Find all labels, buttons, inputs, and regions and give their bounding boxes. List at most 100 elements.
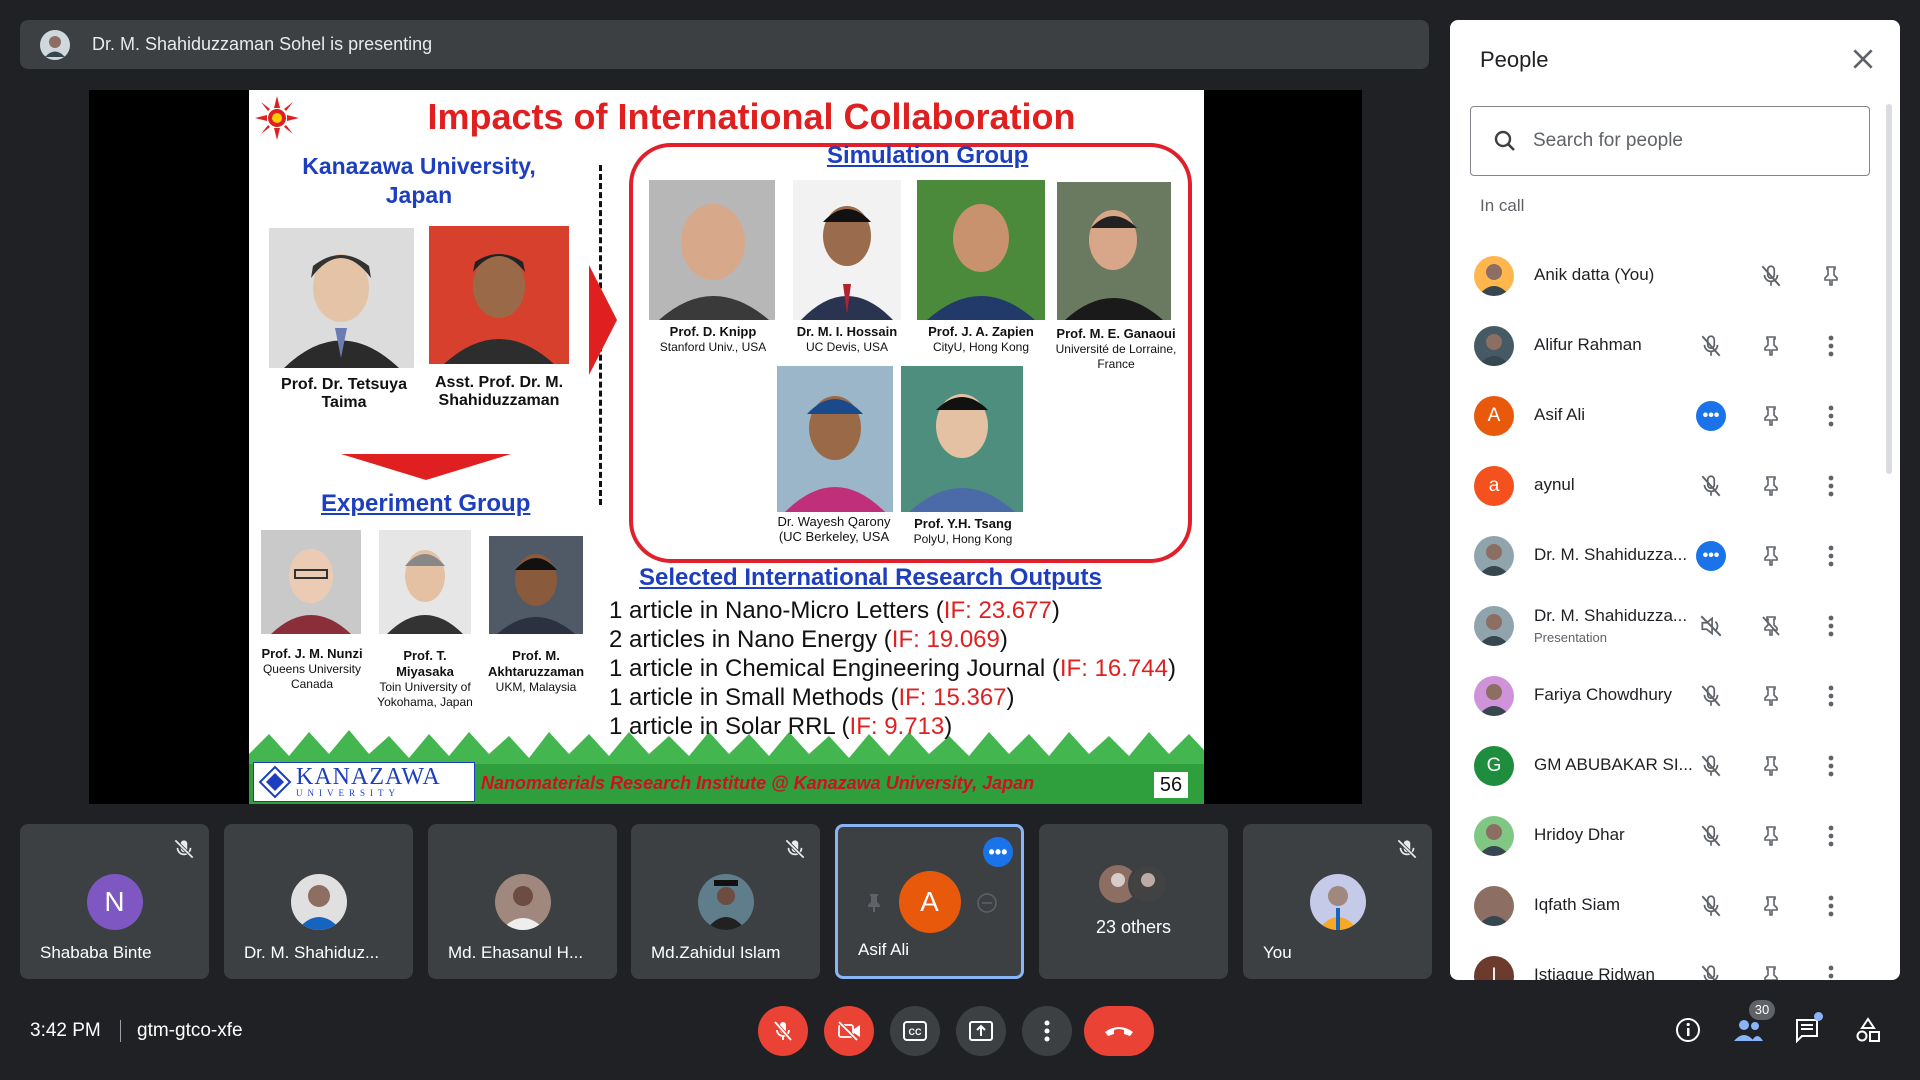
more-vert-icon[interactable] <box>1816 541 1846 571</box>
pin-icon[interactable] <box>1756 471 1786 501</box>
simulation-group-title: Simulation Group <box>827 142 1029 169</box>
others-tile[interactable]: 23 others <box>1039 824 1228 979</box>
pin-icon[interactable] <box>1756 541 1786 571</box>
participant-tile-active[interactable]: ••• A Asif Ali <box>835 824 1024 979</box>
participant-tile[interactable]: N Shababa Binte <box>20 824 209 979</box>
clock: 3:42 PM <box>30 1020 101 1041</box>
more-vert-icon[interactable] <box>1816 821 1846 851</box>
pin-icon[interactable] <box>1756 751 1786 781</box>
meeting-info-button[interactable] <box>1670 1012 1706 1048</box>
pin-icon[interactable] <box>1756 891 1786 921</box>
more-vert-icon[interactable] <box>1816 891 1846 921</box>
caption-taima: Prof. Dr. Tetsuya Taima <box>281 376 407 411</box>
pin-icon[interactable] <box>1756 401 1786 431</box>
more-vert-icon[interactable] <box>1816 611 1846 641</box>
close-icon[interactable] <box>1850 46 1876 72</box>
participant-tile[interactable]: Dr. M. Shahiduz... <box>224 824 413 979</box>
mic-off-icon <box>1397 839 1417 859</box>
pin-icon[interactable] <box>1756 681 1786 711</box>
more-options-icon[interactable]: ••• <box>983 837 1013 867</box>
pin-icon[interactable] <box>1756 961 1786 980</box>
mic-off-icon <box>1696 681 1726 711</box>
present-button[interactable] <box>956 1006 1006 1056</box>
avatar <box>1474 676 1514 716</box>
caption-miyasaka: Prof. T. Miyasaka Toin University of Yoko… <box>377 648 473 709</box>
bottom-control-bar: 3:42 PM gtm-gtco-xfe CC 30 <box>0 1000 1920 1080</box>
hang-up-icon <box>1105 1027 1133 1036</box>
output-item: 1 article in Small Methods (IF: 15.367) <box>609 684 1015 711</box>
participant-row[interactable]: a aynul <box>1470 456 1880 516</box>
participant-row[interactable]: Dr. M. Shahiduzza... Presentation <box>1470 596 1880 656</box>
avatar <box>697 874 754 930</box>
logo-line1: KANAZAWA <box>296 764 441 790</box>
participant-row[interactable]: Alifur Rahman <box>1470 316 1880 376</box>
scrollbar[interactable] <box>1886 104 1892 474</box>
participant-tile[interactable]: Md. Ehasanul H... <box>428 824 617 979</box>
more-vert-icon[interactable] <box>1816 681 1846 711</box>
info-icon <box>1676 1018 1700 1042</box>
participant-row[interactable]: Dr. M. Shahiduzza... ••• <box>1470 526 1880 586</box>
avatar <box>1474 256 1514 296</box>
tile-name: Dr. M. Shahiduz... <box>244 943 380 962</box>
in-call-section-label: In call <box>1480 196 1525 215</box>
mic-off-icon <box>1696 891 1726 921</box>
kanazawa-title: Kanazawa University, Japan <box>302 153 536 208</box>
presenter-avatar <box>40 29 70 60</box>
separator <box>120 1020 121 1042</box>
output-item: 1 article in Solar RRL (IF: 9.713) <box>609 713 953 740</box>
more-vert-icon[interactable] <box>1816 471 1846 501</box>
participant-row[interactable]: Iqfath Siam <box>1470 876 1880 936</box>
mic-off-icon <box>1696 961 1726 980</box>
more-vert-icon[interactable] <box>1816 961 1846 980</box>
more-options-button[interactable] <box>1022 1006 1072 1056</box>
tile-name: Md. Ehasanul H... <box>448 943 584 962</box>
portrait-shahiduzzaman <box>429 226 569 364</box>
participant-row[interactable]: Hridoy Dhar <box>1470 806 1880 866</box>
avatar <box>1474 536 1514 576</box>
more-options-icon[interactable]: ••• <box>1696 401 1726 431</box>
participant-row[interactable]: Anik datta (You) <box>1470 246 1880 306</box>
more-vert-icon[interactable] <box>1816 331 1846 361</box>
captions-button[interactable]: CC <box>890 1006 940 1056</box>
avatar: A <box>898 871 961 933</box>
portrait-ganaoui <box>1057 182 1171 320</box>
leave-call-button[interactable] <box>1084 1006 1154 1056</box>
participant-row[interactable]: Fariya Chowdhury <box>1470 666 1880 726</box>
more-options-icon[interactable]: ••• <box>1696 541 1726 571</box>
mic-toggle-button[interactable] <box>758 1006 808 1056</box>
pin-off-icon[interactable] <box>1756 611 1786 641</box>
pin-icon[interactable] <box>1816 261 1846 291</box>
tile-name: Shababa Binte <box>40 943 152 962</box>
activities-button[interactable] <box>1850 1012 1886 1048</box>
participant-tile[interactable]: Md.Zahidul Islam <box>631 824 820 979</box>
pin-icon[interactable] <box>862 891 886 915</box>
people-panel: People In call Anik datta (You) Alifur Ra… <box>1450 20 1900 980</box>
avatar <box>1474 816 1514 856</box>
tile-name: You <box>1263 943 1292 962</box>
participant-row[interactable]: I Istiaque Ridwan <box>1470 946 1880 980</box>
presentation-slide: Impacts of International Collaboration K… <box>249 90 1204 804</box>
participant-name: Fariya Chowdhury <box>1534 685 1672 704</box>
participant-name: Hridoy Dhar <box>1534 825 1625 844</box>
more-vert-icon[interactable] <box>1816 401 1846 431</box>
right-arrow-icon <box>589 265 617 375</box>
participant-name: Dr. M. Shahiduzza... <box>1534 545 1688 564</box>
search-box[interactable] <box>1470 106 1870 176</box>
tile-name: Asif Ali <box>858 940 910 959</box>
search-input[interactable] <box>1531 125 1855 157</box>
more-vert-icon[interactable] <box>1816 751 1846 781</box>
portrait-qarony <box>777 366 893 512</box>
mic-off-icon <box>1696 331 1726 361</box>
participant-row[interactable]: G GM ABUBAKAR SI... <box>1470 736 1880 796</box>
pin-icon[interactable] <box>1756 821 1786 851</box>
participant-name: Asif Ali <box>1534 405 1586 424</box>
avatar <box>1474 326 1514 366</box>
remove-icon[interactable] <box>975 891 999 915</box>
slide-title: Impacts of International Collaboration <box>427 96 1076 137</box>
outputs-title: Selected International Research Outputs <box>639 564 1102 591</box>
pin-icon[interactable] <box>1756 331 1786 361</box>
participant-row[interactable]: A Asif Ali ••• <box>1470 386 1880 446</box>
camera-toggle-button[interactable] <box>824 1006 874 1056</box>
svg-text:CC: CC <box>909 1027 922 1037</box>
self-tile[interactable]: You <box>1243 824 1432 979</box>
